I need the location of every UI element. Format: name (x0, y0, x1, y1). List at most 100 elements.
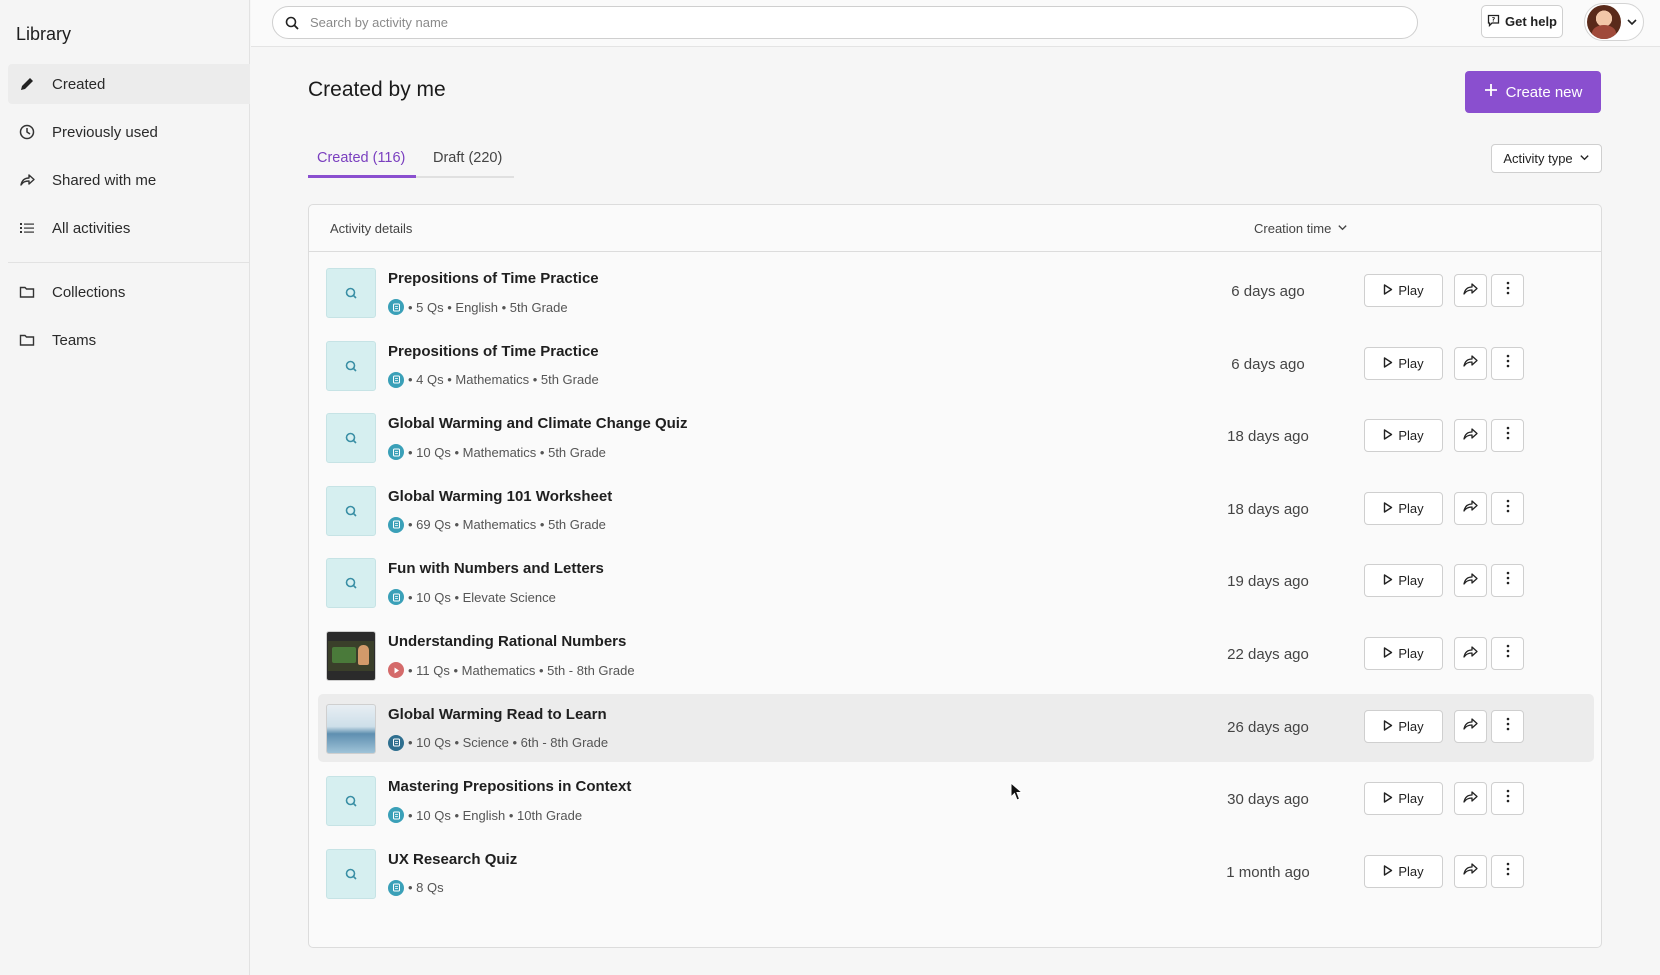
sidebar-item-label: Previously used (52, 123, 158, 141)
play-icon (1383, 283, 1393, 298)
activity-title[interactable]: UX Research Quiz (388, 851, 517, 868)
sidebar-item-all-activities[interactable]: All activities (8, 208, 250, 248)
table-row[interactable]: Prepositions of Time Practice • 5 Qs • En… (318, 258, 1594, 326)
share-icon (1463, 572, 1478, 590)
play-button[interactable]: Play (1364, 854, 1443, 888)
share-button[interactable] (1454, 419, 1487, 453)
activity-title[interactable]: Global Warming Read to Learn (388, 706, 607, 723)
play-icon (1383, 864, 1393, 879)
table-row[interactable]: UX Research Quiz • 8 Qs 1 month ago Play (318, 839, 1594, 907)
activity-meta-text: • 8 Qs (408, 880, 444, 896)
play-button[interactable]: Play (1364, 274, 1443, 307)
more-options-button[interactable] (1491, 419, 1524, 453)
play-icon (1383, 573, 1393, 588)
more-vertical-icon (1506, 717, 1510, 736)
more-vertical-icon (1506, 281, 1510, 300)
more-options-button[interactable] (1491, 637, 1524, 670)
quiz-thumbnail[interactable] (326, 848, 376, 899)
play-button[interactable]: Play (1364, 491, 1443, 525)
share-button[interactable] (1454, 346, 1487, 380)
activity-title[interactable]: Mastering Prepositions in Context (388, 778, 631, 795)
activity-title[interactable]: Understanding Rational Numbers (388, 633, 626, 650)
activity-title[interactable]: Global Warming 101 Worksheet (388, 488, 612, 505)
more-options-button[interactable] (1491, 709, 1524, 743)
activity-meta: • 69 Qs • Mathematics • 5th Grade (388, 516, 606, 533)
column-creation-time[interactable]: Creation time (1254, 221, 1348, 236)
more-options-button[interactable] (1491, 564, 1524, 598)
share-button[interactable] (1454, 491, 1487, 525)
share-button[interactable] (1454, 274, 1487, 307)
quiz-thumbnail[interactable] (326, 485, 376, 536)
activity-type-icon (388, 516, 404, 533)
play-button[interactable]: Play (1364, 637, 1443, 670)
table-row[interactable]: Global Warming and Climate Change Quiz • … (318, 403, 1594, 471)
profile-menu-button[interactable] (1584, 3, 1644, 41)
play-label: Play (1398, 573, 1424, 589)
more-options-button[interactable] (1491, 274, 1524, 307)
activity-title[interactable]: Prepositions of Time Practice (388, 343, 599, 360)
tab-bar: Created (116) Draft (220) (308, 140, 514, 178)
play-button[interactable]: Play (1364, 346, 1443, 380)
tab-draft[interactable]: Draft (220) (433, 150, 502, 166)
more-options-button[interactable] (1491, 346, 1524, 380)
more-options-button[interactable] (1491, 854, 1524, 888)
play-button[interactable]: Play (1364, 782, 1443, 816)
activity-title[interactable]: Fun with Numbers and Letters (388, 560, 604, 577)
avatar (1587, 5, 1621, 39)
play-label: Play (1398, 863, 1424, 879)
play-button[interactable]: Play (1364, 419, 1443, 453)
activity-type-label: Activity type (1503, 151, 1573, 166)
activity-meta: • 10 Qs • Mathematics • 5th Grade (388, 444, 606, 461)
table-row[interactable]: Prepositions of Time Practice • 4 Qs • Ma… (318, 331, 1594, 399)
tab-created[interactable]: Created (116) (317, 150, 405, 166)
get-help-button[interactable]: ? Get help (1481, 5, 1563, 38)
help-chat-icon: ? (1487, 14, 1500, 30)
activity-meta-text: • 5 Qs • English • 5th Grade (408, 299, 568, 315)
share-button[interactable] (1454, 782, 1487, 816)
table-row[interactable]: Fun with Numbers and Letters • 10 Qs • El… (318, 548, 1594, 616)
table-row[interactable]: Global Warming Read to Learn • 10 Qs • Sc… (318, 693, 1594, 762)
top-bar: ? Get help (251, 0, 1660, 47)
sidebar-item-collections[interactable]: Collections (8, 272, 250, 312)
activity-title[interactable]: Global Warming and Climate Change Quiz (388, 415, 687, 432)
quiz-thumbnail[interactable] (326, 340, 376, 391)
sidebar-item-created[interactable]: Created (8, 64, 250, 104)
creation-time: 22 days ago (1227, 646, 1309, 663)
more-options-button[interactable] (1491, 782, 1524, 816)
share-icon (1463, 790, 1478, 808)
table-row[interactable]: Understanding Rational Numbers • 11 Qs • … (318, 621, 1594, 689)
share-button[interactable] (1454, 709, 1487, 743)
search-box[interactable] (272, 6, 1418, 39)
share-button[interactable] (1454, 637, 1487, 670)
play-button[interactable]: Play (1364, 709, 1443, 743)
search-input[interactable] (310, 15, 1390, 30)
quiz-thumbnail[interactable] (326, 558, 376, 609)
sidebar-item-teams[interactable]: Teams (8, 320, 250, 360)
play-button[interactable]: Play (1364, 564, 1443, 598)
activity-type-icon (388, 879, 404, 896)
mouse-cursor-icon (1010, 781, 1024, 807)
sidebar-item-previously-used[interactable]: Previously used (8, 112, 250, 152)
quiz-thumbnail[interactable] (326, 413, 376, 464)
activity-title[interactable]: Prepositions of Time Practice (388, 270, 599, 287)
folder-icon (18, 331, 36, 349)
share-button[interactable] (1454, 564, 1487, 598)
active-tab-indicator (308, 175, 416, 178)
activity-meta: • 5 Qs • English • 5th Grade (388, 299, 568, 315)
quiz-thumbnail[interactable] (326, 268, 376, 318)
column-activity-details: Activity details (330, 221, 413, 236)
sidebar-item-shared-with-me[interactable]: Shared with me (8, 160, 250, 200)
creation-time: 1 month ago (1226, 863, 1310, 881)
share-button[interactable] (1454, 854, 1487, 888)
plus-icon (1484, 83, 1498, 101)
sidebar-divider (8, 262, 250, 263)
quiz-thumbnail[interactable] (326, 776, 376, 827)
activity-thumbnail-image[interactable] (326, 631, 376, 681)
more-options-button[interactable] (1491, 491, 1524, 525)
table-row[interactable]: Mastering Prepositions in Context • 10 Qs… (318, 766, 1594, 834)
activity-type-filter[interactable]: Activity type (1491, 144, 1602, 173)
activity-thumbnail-image[interactable] (326, 703, 376, 754)
create-new-button[interactable]: Create new (1465, 71, 1601, 113)
share-icon (1463, 354, 1478, 372)
table-row[interactable]: Global Warming 101 Worksheet • 69 Qs • Ma… (318, 476, 1594, 544)
